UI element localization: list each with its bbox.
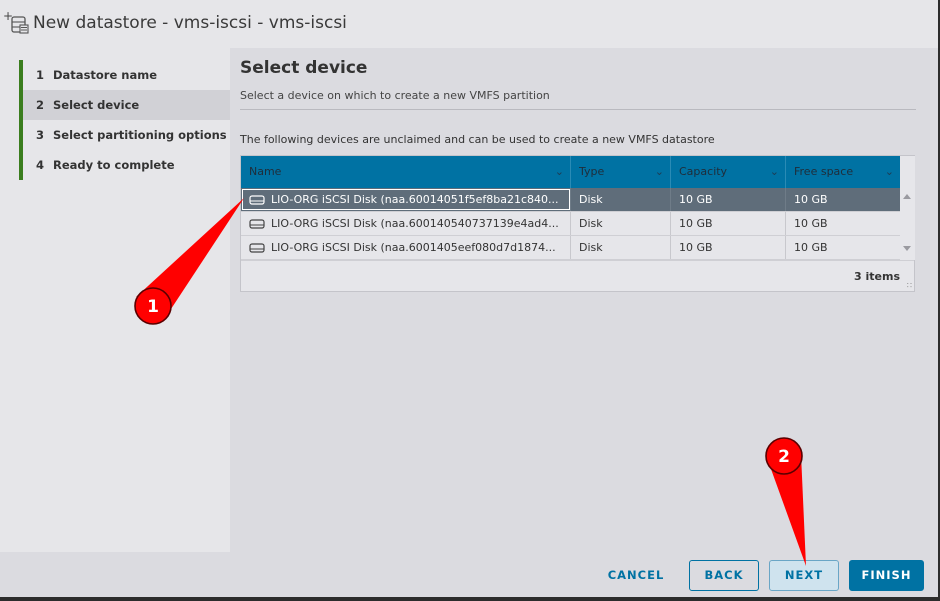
column-header-type[interactable]: Type ⌄ (571, 156, 671, 188)
step-select-device[interactable]: 2 Select device (23, 90, 230, 120)
column-header-name[interactable]: Name ⌄ (241, 156, 571, 188)
next-button[interactable]: NEXT (769, 560, 839, 591)
step-label: Ready to complete (53, 158, 175, 172)
dialog-footer: CANCEL BACK NEXT FINISH (0, 552, 938, 597)
page-title: Select device (240, 58, 368, 78)
chevron-down-icon[interactable]: ⌄ (655, 156, 664, 188)
table-row[interactable]: LIO-ORG iSCSI Disk (naa.60014051f5ef8ba2… (241, 188, 900, 212)
grid-caption: The following devices are unclaimed and … (240, 133, 715, 146)
chevron-down-icon[interactable]: ⌄ (770, 156, 779, 188)
finish-button[interactable]: FINISH (849, 560, 924, 591)
device-name-cell[interactable]: LIO-ORG iSCSI Disk (naa.600140540737139e… (241, 212, 571, 235)
step-datastore-name[interactable]: 1 Datastore name (23, 60, 230, 90)
step-number: 1 (36, 68, 45, 82)
grid-header: Name ⌄ Type ⌄ Capacity ⌄ Free space ⌄ (241, 156, 900, 188)
new-datastore-dialog: + New datastore - vms-iscsi - vms-iscsi … (0, 0, 938, 597)
step-label: Select device (53, 98, 140, 112)
device-grid: Name ⌄ Type ⌄ Capacity ⌄ Free space ⌄ LI… (240, 155, 915, 292)
scroll-down-arrow-icon[interactable] (903, 246, 911, 251)
table-row[interactable]: LIO-ORG iSCSI Disk (naa.6001405eef080d7d… (241, 236, 900, 260)
wizard-steps: 1 Datastore name 2 Select device 3 Select p… (0, 48, 230, 552)
column-header-capacity[interactable]: Capacity ⌄ (671, 156, 786, 188)
items-count: 3 items (854, 270, 900, 283)
grid-footer: 3 items ∷ (241, 260, 914, 292)
cancel-button[interactable]: CANCEL (601, 560, 671, 591)
disk-icon (249, 242, 265, 253)
step-number: 4 (36, 158, 45, 172)
device-type-cell: Disk (571, 212, 671, 235)
window-edge (0, 597, 940, 601)
column-header-free-space[interactable]: Free space ⌄ (786, 156, 900, 188)
device-free-space-cell: 10 GB (794, 217, 828, 230)
device-free-space-cell: 10 GB (794, 193, 828, 206)
device-type-cell: Disk (571, 236, 671, 259)
chevron-down-icon[interactable]: ⌄ (555, 156, 564, 188)
resize-grip-icon[interactable]: ∷ (907, 281, 912, 290)
device-capacity-cell: 10 GB (671, 236, 786, 259)
device-free-space-cell: 10 GB (794, 241, 828, 254)
chevron-down-icon[interactable]: ⌄ (885, 156, 894, 188)
back-button[interactable]: BACK (689, 560, 759, 591)
dialog-title: New datastore - vms-iscsi - vms-iscsi (33, 13, 347, 33)
scroll-up-arrow-icon[interactable] (903, 194, 911, 199)
step-select-partitioning[interactable]: 3 Select partitioning options (23, 120, 230, 150)
step-number: 3 (36, 128, 45, 142)
new-datastore-icon: + (2, 9, 32, 37)
device-name-cell[interactable]: LIO-ORG iSCSI Disk (naa.6001405eef080d7d… (241, 236, 571, 259)
divider (240, 109, 916, 110)
page-subtitle: Select a device on which to create a new… (240, 89, 550, 102)
dialog-titlebar: + New datastore - vms-iscsi - vms-iscsi (0, 0, 938, 48)
header-pad (900, 156, 915, 188)
wizard-content: Select device Select a device on which t… (230, 48, 938, 552)
device-capacity-cell: 10 GB (671, 212, 786, 235)
device-type-cell: Disk (571, 188, 671, 211)
step-label: Select partitioning options (53, 128, 227, 142)
disk-icon (249, 194, 265, 205)
step-number: 2 (36, 98, 45, 112)
grid-scrollbar[interactable] (900, 188, 915, 260)
step-ready-to-complete[interactable]: 4 Ready to complete (23, 150, 230, 180)
step-label: Datastore name (53, 68, 158, 82)
disk-icon (249, 218, 265, 229)
device-name-cell[interactable]: LIO-ORG iSCSI Disk (naa.60014051f5ef8ba2… (241, 188, 571, 211)
device-capacity-cell: 10 GB (671, 188, 786, 211)
table-row[interactable]: LIO-ORG iSCSI Disk (naa.600140540737139e… (241, 212, 900, 236)
